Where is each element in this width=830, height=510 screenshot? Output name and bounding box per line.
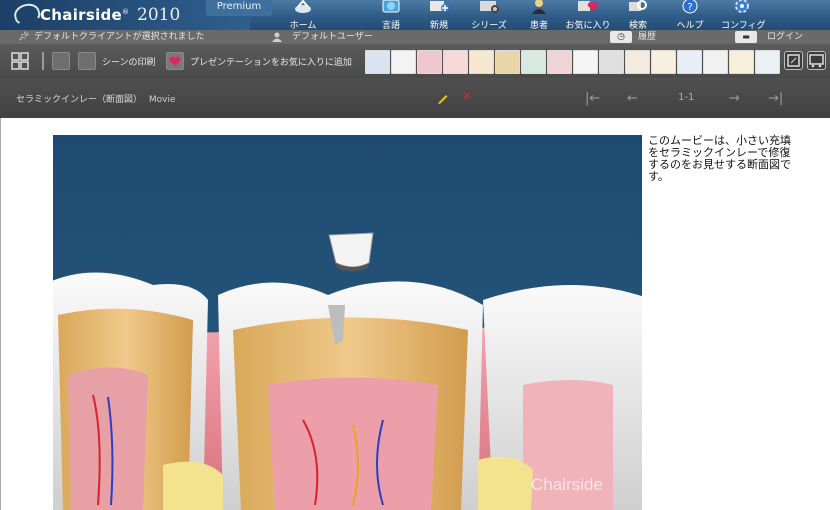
edition-badge: Premium [206, 0, 272, 16]
current-user[interactable]: デフォルトユーザー [292, 30, 373, 44]
selected-client[interactable]: デフォルトクライアントが選択されました [34, 30, 205, 44]
movie-description: このムービーは、小さい充填をセラミックインレーで修復するのをお見せする断面図です… [648, 134, 791, 183]
presentation-thumbnail[interactable] [443, 50, 468, 74]
status-bar: 📌︎ デフォルトクライアントが選択されました デフォルトユーザー ◷ 履歴 ▬ … [0, 30, 830, 44]
lock-icon[interactable]: ▬ [735, 31, 757, 43]
chairside-watermark: Chairside [531, 475, 603, 494]
expand-icon [787, 54, 800, 67]
movie-title: セラミックインレー（断面図） Movie [16, 92, 176, 105]
print-scene-button[interactable]: シーンの印刷 [78, 51, 156, 71]
movie-title-text: セラミックインレー（断面図） [16, 95, 143, 105]
document-icon [52, 52, 70, 70]
last-scene-icon[interactable]: →| [768, 91, 783, 106]
first-scene-icon[interactable]: |← [585, 91, 600, 106]
presentation-thumbnail[interactable] [469, 50, 494, 74]
nav-favorites[interactable]: お気に入り [565, 0, 611, 31]
clock-icon[interactable]: ◷ [610, 31, 632, 43]
user-icon [272, 32, 282, 42]
expand-button[interactable] [784, 51, 803, 70]
add-favorite-button[interactable]: プレゼンテーションをお気に入りに追加 [166, 51, 352, 71]
printer-icon [78, 52, 96, 70]
presentation-thumbnail[interactable] [391, 50, 416, 74]
presentation-thumbnail[interactable] [547, 50, 572, 74]
pin-icon: 📌︎ [18, 32, 30, 42]
nav-new[interactable]: 新規 [419, 0, 459, 31]
presentation-mode-button[interactable] [807, 51, 826, 70]
nav-patient[interactable]: 患者 [523, 0, 555, 31]
presentation-thumbnail[interactable] [417, 50, 442, 74]
previous-scene-icon[interactable]: ← [627, 91, 638, 106]
presentation-thumbnail[interactable] [755, 50, 780, 74]
presentation-thumbnail[interactable] [651, 50, 676, 74]
toolbar-divider [42, 52, 44, 70]
help-icon: ? [682, 0, 698, 14]
nav-config[interactable]: コンフィグ [721, 0, 766, 31]
pencil-icon[interactable] [436, 91, 450, 105]
presentation-thumbnail[interactable] [495, 50, 520, 74]
presentation-thumbnail[interactable] [521, 50, 546, 74]
series-icon [480, 1, 499, 13]
new-icon [430, 1, 449, 12]
print-scene-label: シーンの印刷 [102, 57, 156, 68]
logo-mark-icon [0, 0, 40, 30]
app-header: Chairside ® 2010 Premium ホーム 言語 新規 シリーズ … [0, 0, 830, 31]
favorites-icon [578, 1, 599, 11]
movie-kind: Movie [148, 95, 176, 105]
nav-series[interactable]: シリーズ [469, 0, 509, 31]
add-favorite-label: プレゼンテーションをお気に入りに追加 [190, 57, 352, 68]
presentation-thumbnail[interactable] [729, 50, 754, 74]
heart-icon [166, 52, 184, 70]
tooth-cross-section-illustration [53, 135, 642, 510]
home-icon [295, 0, 311, 13]
movie-bar: セラミックインレー（断面図） Movie ✕ |← ← 1-1 → →| [0, 78, 830, 118]
presentation-thumbnail[interactable] [365, 50, 390, 74]
content-area: Chairside このムービーは、小さい充填をセラミックインレーで修復するのを… [0, 118, 830, 510]
next-scene-icon[interactable]: → [729, 91, 740, 106]
presentation-thumbnail[interactable] [625, 50, 650, 74]
presentation-thumbnail[interactable] [677, 50, 702, 74]
nav-search[interactable]: 検索 [621, 0, 655, 31]
presentation-thumbnail[interactable] [703, 50, 728, 74]
presentation-thumbnail[interactable] [573, 50, 598, 74]
patient-icon [532, 0, 546, 14]
globe-icon [382, 0, 400, 13]
screen-icon [809, 54, 824, 68]
gear-icon [735, 0, 749, 13]
grid-icon [11, 52, 29, 70]
nav-language[interactable]: 言語 [373, 0, 409, 31]
notes-button[interactable] [52, 51, 70, 71]
logo-text: Chairside [40, 6, 123, 24]
nav-help[interactable]: ? ヘルプ [673, 0, 707, 31]
presentation-thumbnail[interactable] [599, 50, 624, 74]
login-link[interactable]: ログイン [767, 30, 803, 44]
nav-home[interactable]: ホーム [285, 0, 321, 31]
history-link[interactable]: 履歴 [638, 30, 656, 44]
svg-text:?: ? [687, 2, 692, 13]
logo-year: 2010 [137, 5, 181, 25]
movie-player[interactable]: Chairside [53, 135, 642, 510]
search-icon [629, 0, 647, 11]
scene-counter: 1-1 [678, 92, 695, 103]
fullscreen-grid-button[interactable] [10, 51, 30, 71]
toolbar: シーンの印刷 プレゼンテーションをお気に入りに追加 [0, 44, 830, 78]
clear-drawing-icon[interactable]: ✕ [462, 89, 472, 103]
